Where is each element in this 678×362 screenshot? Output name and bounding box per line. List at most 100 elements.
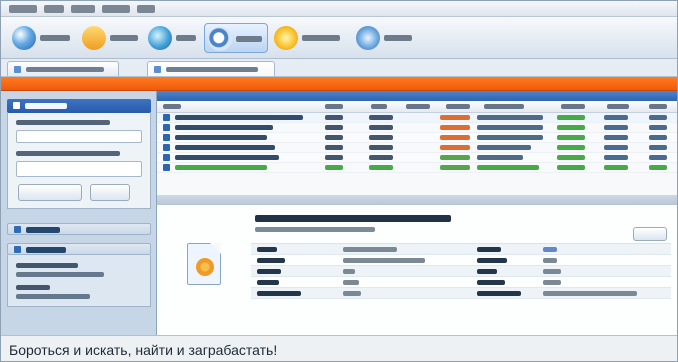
result-cell bbox=[325, 145, 343, 150]
column-host[interactable] bbox=[484, 104, 524, 109]
results-title-bar bbox=[157, 91, 677, 101]
result-row[interactable] bbox=[157, 123, 677, 133]
result-cell bbox=[477, 135, 543, 140]
result-cell bbox=[649, 165, 667, 170]
alert-bar bbox=[1, 77, 677, 91]
toolbar-button-transfers[interactable] bbox=[145, 23, 201, 53]
details-action-button[interactable] bbox=[633, 227, 667, 241]
search-tab-2[interactable] bbox=[147, 61, 275, 76]
file-metadata-grid bbox=[251, 243, 671, 301]
tab-label bbox=[26, 67, 104, 72]
search-tab-1[interactable] bbox=[7, 61, 119, 76]
search-tabs bbox=[1, 59, 677, 77]
statistics-icon bbox=[274, 26, 298, 50]
toolbar-button-server[interactable] bbox=[9, 23, 75, 53]
audio-panel-header[interactable] bbox=[7, 223, 151, 235]
tab-icon bbox=[154, 66, 161, 73]
result-row[interactable] bbox=[157, 153, 677, 163]
result-cell bbox=[369, 115, 393, 120]
results-table-header bbox=[157, 101, 677, 113]
toolbar-button-network[interactable] bbox=[353, 23, 415, 53]
column-client[interactable] bbox=[607, 104, 629, 109]
result-cell bbox=[440, 145, 470, 150]
results-panel-header[interactable] bbox=[7, 243, 151, 255]
metadata-key bbox=[477, 258, 507, 263]
result-row[interactable] bbox=[157, 133, 677, 143]
search-panel bbox=[7, 113, 151, 209]
result-cell bbox=[440, 115, 470, 120]
result-cell bbox=[175, 155, 279, 160]
file-type-label bbox=[16, 151, 120, 156]
menu-item-view[interactable] bbox=[44, 5, 64, 13]
toolbar-label bbox=[236, 36, 262, 42]
result-row[interactable] bbox=[157, 113, 677, 123]
menu-item-help[interactable] bbox=[137, 5, 155, 13]
start-search-button[interactable] bbox=[18, 184, 82, 201]
result-cell bbox=[325, 115, 343, 120]
result-cell bbox=[175, 115, 303, 120]
toolbar bbox=[1, 17, 677, 59]
menu-item-file[interactable] bbox=[9, 5, 37, 13]
result-cell bbox=[325, 125, 343, 130]
result-cell bbox=[477, 125, 543, 130]
column-extra[interactable] bbox=[649, 104, 667, 109]
result-cell bbox=[604, 165, 628, 170]
result-cell bbox=[477, 145, 531, 150]
search-icon bbox=[208, 27, 232, 51]
audio-file-icon bbox=[163, 144, 170, 151]
toolbar-label bbox=[384, 35, 412, 41]
caption-text: Бороться и искать, найти и заграбастать! bbox=[9, 342, 278, 358]
search-input[interactable] bbox=[16, 130, 142, 143]
file-type-select[interactable] bbox=[16, 161, 142, 177]
result-cell bbox=[557, 165, 585, 170]
metadata-value bbox=[543, 247, 557, 252]
metadata-value bbox=[343, 258, 425, 263]
metadata-key bbox=[257, 269, 281, 274]
audio-panel-title bbox=[26, 227, 60, 233]
metadata-row bbox=[251, 244, 671, 255]
result-cell bbox=[649, 115, 667, 120]
metadata-value bbox=[543, 269, 561, 274]
left-sidebar bbox=[1, 91, 157, 335]
audio-file-icon bbox=[163, 154, 170, 161]
toolbar-button-statistics[interactable] bbox=[271, 23, 349, 53]
result-row[interactable] bbox=[157, 163, 677, 173]
result-cell bbox=[604, 135, 628, 140]
audio-file-icon bbox=[187, 243, 221, 285]
column-file[interactable] bbox=[163, 104, 181, 109]
search-icon bbox=[13, 102, 20, 109]
menu-item-window[interactable] bbox=[102, 5, 130, 13]
found-status bbox=[16, 294, 90, 299]
toolbar-button-shared[interactable] bbox=[79, 23, 141, 53]
result-cell bbox=[440, 155, 470, 160]
metadata-row bbox=[251, 277, 671, 288]
metadata-value bbox=[343, 291, 361, 296]
metadata-key bbox=[257, 247, 277, 252]
search-panel-header bbox=[7, 99, 151, 113]
metadata-value bbox=[343, 269, 355, 274]
metadata-key bbox=[257, 291, 301, 296]
stop-button[interactable] bbox=[90, 184, 130, 201]
toolbar-label bbox=[302, 35, 340, 41]
column-type[interactable] bbox=[325, 104, 343, 109]
column-size[interactable] bbox=[371, 104, 387, 109]
result-row[interactable] bbox=[157, 143, 677, 153]
result-cell bbox=[369, 135, 393, 140]
column-status[interactable] bbox=[446, 104, 470, 109]
column-rating[interactable] bbox=[406, 104, 430, 109]
result-cell bbox=[440, 135, 470, 140]
tab-icon bbox=[14, 66, 21, 73]
column-speed[interactable] bbox=[561, 104, 585, 109]
result-cell bbox=[604, 155, 628, 160]
metadata-key bbox=[257, 258, 285, 263]
menu-item-tools[interactable] bbox=[71, 5, 95, 13]
result-cell bbox=[369, 125, 393, 130]
results-splitter[interactable] bbox=[157, 195, 677, 205]
details-title bbox=[255, 215, 451, 222]
result-cell bbox=[604, 145, 628, 150]
toolbar-button-search[interactable] bbox=[204, 23, 268, 53]
metadata-key bbox=[477, 280, 505, 285]
result-cell bbox=[557, 115, 585, 120]
application-window: Бороться и искать, найти и заграбастать! bbox=[0, 0, 678, 362]
caption-bar: Бороться и искать, найти и заграбастать! bbox=[1, 335, 677, 361]
